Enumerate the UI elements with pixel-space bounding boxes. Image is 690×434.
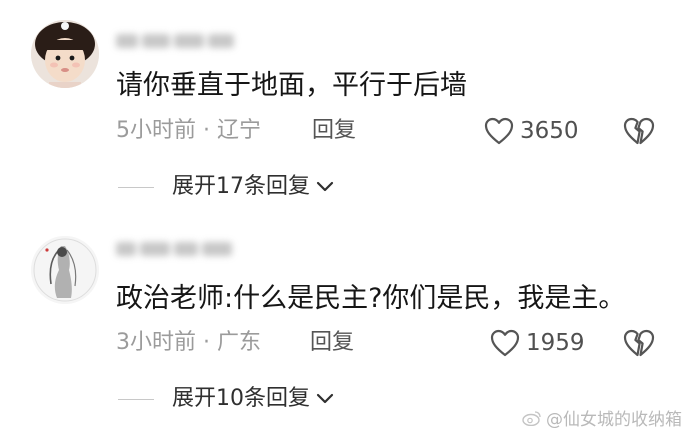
divider-line [118, 398, 154, 400]
like-button[interactable]: 1959 [490, 328, 585, 358]
watermark-text: @仙女城的收纳箱 [546, 410, 682, 430]
reply-button[interactable]: 回复 [310, 328, 354, 358]
meta-separator: · [196, 330, 217, 355]
comment-item: 政治老师:什么是民主?你们是民，我是主。 3小时前 · 广东 回复 1959 展… [0, 0, 690, 434]
comment-time: 3小时前 [116, 330, 196, 355]
heart-outline-icon [490, 329, 520, 357]
weibo-logo-icon [522, 410, 541, 426]
watermark: @仙女城的收纳箱 [522, 405, 682, 430]
comment-meta: 3小时前 · 广东 [116, 328, 261, 358]
username-redacted [116, 236, 246, 262]
like-count: 1959 [526, 330, 585, 356]
chevron-down-icon [316, 393, 334, 404]
dislike-button[interactable] [623, 328, 655, 358]
expand-replies-label: 展开10条回复 [172, 386, 310, 411]
comment-text: 政治老师:什么是民主?你们是民，我是主。 [116, 283, 626, 314]
expand-replies-button[interactable]: 展开10条回复 [118, 384, 334, 414]
comment-location: 广东 [216, 330, 261, 355]
broken-heart-icon [623, 329, 655, 357]
avatar[interactable] [31, 236, 99, 304]
